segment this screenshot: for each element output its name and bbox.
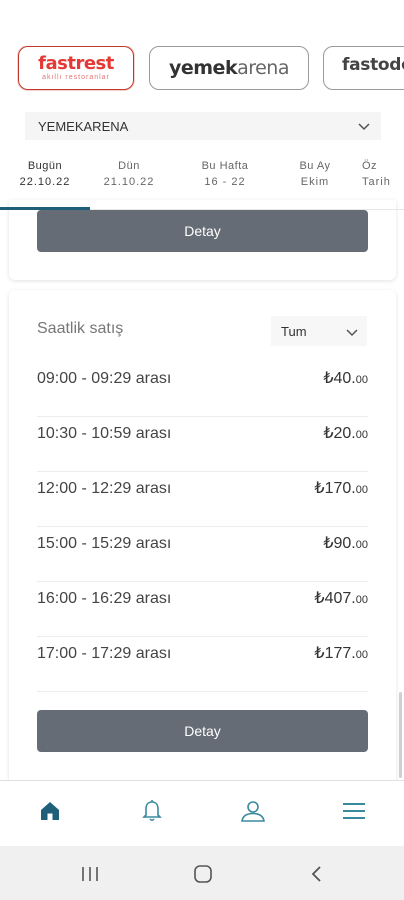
system-navigation-bar: [0, 846, 404, 900]
chevron-down-icon: [346, 329, 358, 337]
sales-amount: ₺170.00: [314, 480, 368, 497]
sales-amount: ₺177.00: [314, 645, 368, 662]
tab-label: Dün: [118, 160, 140, 172]
sales-time-range: 15:00 - 15:29 arası: [37, 535, 172, 552]
bell-icon: [142, 800, 162, 822]
branch-select-value: YEMEKARENA: [38, 118, 129, 134]
hourly-sales-title: Saatlik satış: [37, 320, 124, 337]
tab-label: Bu Ay: [299, 160, 331, 172]
tab-yesterday[interactable]: Dün 21.10.22: [84, 158, 174, 190]
home-icon: [41, 802, 59, 820]
tab-label: Öz: [362, 160, 378, 172]
fastrest-tagline: akıllı restoranlar: [42, 73, 110, 81]
bottom-navigation: [0, 780, 404, 846]
list-item: 09:00 - 09:29 arası ₺40.00: [37, 362, 368, 417]
list-item: 16:00 - 16:29 arası ₺407.00: [37, 582, 368, 637]
brand-fastrest-button[interactable]: fastrest akıllı restoranlar: [18, 46, 134, 90]
back-button[interactable]: [305, 862, 329, 886]
sales-time-range: 10:30 - 10:59 arası: [37, 425, 172, 442]
detail-button[interactable]: Detay: [37, 710, 368, 752]
nav-menu[interactable]: [340, 797, 368, 825]
chevron-down-icon: [358, 123, 370, 131]
sales-time-range: 16:00 - 16:29 arası: [37, 590, 172, 607]
recent-apps-icon: [82, 867, 98, 881]
tab-sublabel: 21.10.22: [103, 176, 155, 188]
tab-label: Bugün: [27, 160, 63, 172]
brand-selector: fastrest akıllı restoranlar yemekarena f…: [0, 46, 404, 92]
sales-time-range: 09:00 - 09:29 arası: [37, 370, 172, 387]
summary-card: Detay: [9, 200, 396, 280]
fastrest-logo: fastrest: [38, 52, 114, 74]
sales-amount: ₺40.00: [323, 370, 368, 387]
sales-amount: ₺20.00: [323, 425, 368, 442]
tab-this-week[interactable]: Bu Hafta 16 - 22: [180, 158, 270, 190]
back-chevron-icon: [311, 866, 321, 882]
tab-sublabel: 22.10.22: [19, 176, 71, 188]
yemekarena-logo: yemekarena: [168, 57, 290, 79]
brand-fastodo-button[interactable]: fastodo: [323, 46, 404, 90]
tab-sublabel: Tarih: [362, 176, 391, 188]
menu-icon: [343, 803, 365, 819]
home-square-icon: [194, 865, 212, 883]
brand-yemekarena-button[interactable]: yemekarena: [149, 46, 309, 90]
hourly-sales-filter[interactable]: Tum: [271, 316, 367, 346]
active-tab-indicator: [0, 207, 90, 210]
hourly-sales-card: Saatlik satış Tum 09:00 - 09:29 arası ₺4…: [9, 290, 396, 790]
list-item: 12:00 - 12:29 arası ₺170.00: [37, 472, 368, 527]
tab-custom-date[interactable]: Öz Tarih: [358, 158, 404, 190]
list-item: 15:00 - 15:29 arası ₺90.00: [37, 527, 368, 582]
nav-home[interactable]: [36, 797, 64, 825]
sales-time-range: 17:00 - 17:29 arası: [37, 645, 172, 662]
scrollbar[interactable]: [399, 692, 402, 778]
sales-time-range: 12:00 - 12:29 arası: [37, 480, 172, 497]
branch-select[interactable]: YEMEKARENA: [25, 112, 381, 140]
tab-today[interactable]: Bugün 22.10.22: [0, 158, 90, 190]
list-item: 17:00 - 17:29 arası ₺177.00: [37, 637, 368, 692]
nav-profile[interactable]: [239, 797, 267, 825]
list-item: 10:30 - 10:59 arası ₺20.00: [37, 417, 368, 472]
nav-notifications[interactable]: [138, 797, 166, 825]
sales-amount: ₺407.00: [314, 590, 368, 607]
sales-amount: ₺90.00: [323, 535, 368, 552]
tab-sublabel: 16 - 22: [204, 176, 246, 188]
home-system-button[interactable]: [191, 862, 215, 886]
user-icon: [241, 801, 265, 822]
recent-apps-button[interactable]: [78, 862, 102, 886]
filter-value: Tum: [281, 323, 307, 339]
tab-this-month[interactable]: Bu Ay Ekim: [270, 158, 360, 190]
tab-sublabel: Ekim: [300, 176, 330, 188]
detail-button[interactable]: Detay: [37, 210, 368, 252]
fastodo-logo: fastodo: [342, 55, 404, 75]
tab-label: Bu Hafta: [201, 160, 249, 172]
